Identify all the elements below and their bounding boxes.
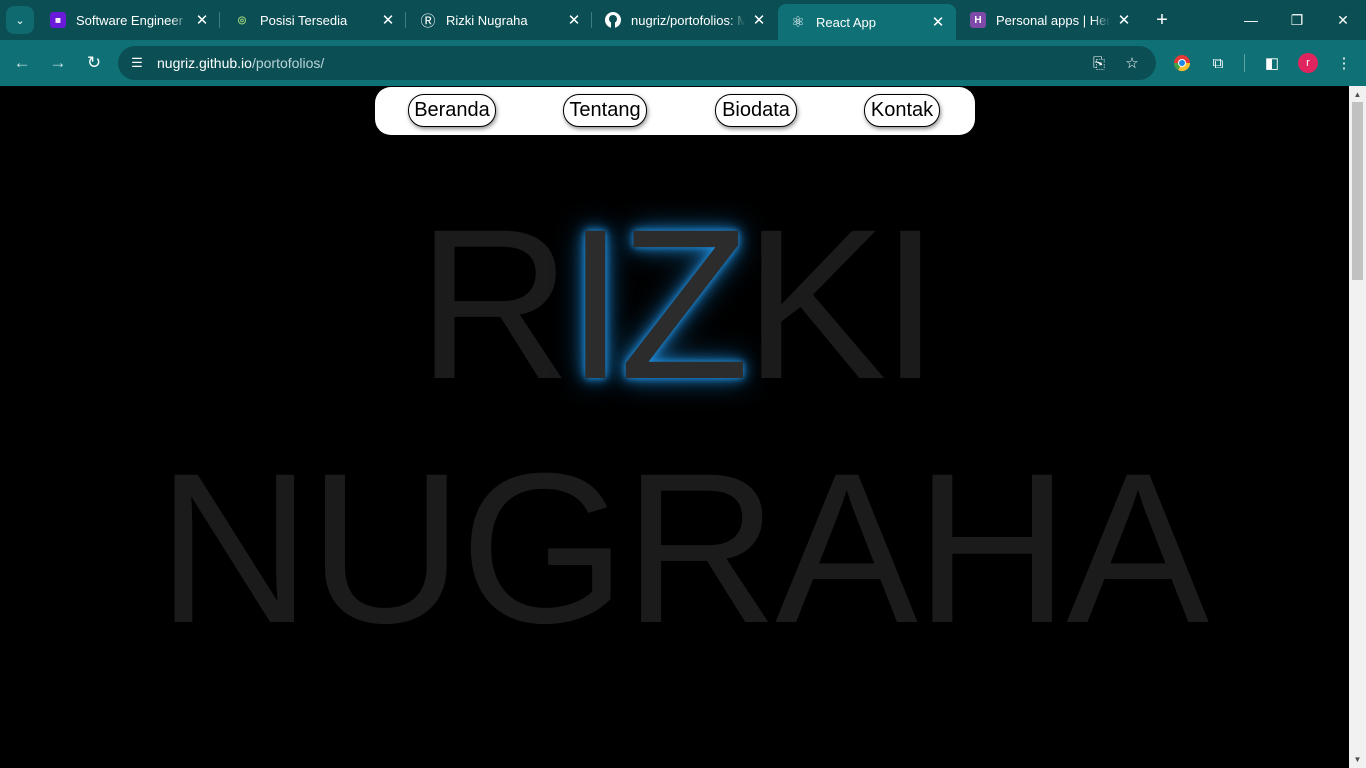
close-icon: ✕ <box>1337 11 1349 28</box>
reload-button[interactable]: ↻ <box>80 49 108 77</box>
minimize-icon: — <box>1244 12 1258 28</box>
close-icon[interactable]: ✕ <box>930 14 946 31</box>
tab-title: Posisi Tersedia <box>260 12 348 28</box>
nav-biodata[interactable]: Biodata <box>715 94 797 127</box>
scroll-down-icon[interactable]: ▼ <box>1353 755 1362 764</box>
side-panel-icon[interactable]: ◧ <box>1262 53 1282 73</box>
scrollbar-thumb[interactable] <box>1352 102 1363 280</box>
heroku-icon: H <box>970 12 986 28</box>
github-icon <box>605 12 621 28</box>
tab-title: Personal apps | Herok <box>996 12 1110 28</box>
close-window-button[interactable]: ✕ <box>1320 0 1366 40</box>
more-menu-icon[interactable]: ⋮ <box>1334 53 1354 73</box>
forward-button[interactable]: → <box>44 49 72 77</box>
restore-button[interactable]: ❐ <box>1274 0 1320 40</box>
toolbar-divider <box>1244 54 1245 72</box>
tab-search-button[interactable]: ⌄ <box>6 6 34 34</box>
close-icon[interactable]: ✕ <box>751 12 767 29</box>
tab-title: React App <box>816 14 876 30</box>
arrow-right-icon: → <box>49 53 67 72</box>
scroll-up-icon[interactable]: ▲ <box>1353 90 1362 99</box>
close-icon[interactable]: ✕ <box>566 12 582 29</box>
tab-react-app[interactable]: ⚛ React App ✕ <box>778 4 956 40</box>
extensions-puzzle-icon[interactable]: ⧉ <box>1208 53 1228 73</box>
site-navbar: Beranda Tentang Biodata Kontak <box>375 87 975 135</box>
install-app-icon[interactable]: ⎘ <box>1089 53 1109 73</box>
reload-icon: ↻ <box>86 53 102 72</box>
react-icon: ⚛ <box>791 14 805 31</box>
tab-strip: ⌄ ▦ Software Engineer (Ba ✕ ◎ Posisi Ter… <box>0 0 1366 40</box>
arrow-left-icon: ← <box>13 53 31 72</box>
browser-toolbar: ← → ↻ ☰ nugriz.github.io/portofolios/ ⎘ … <box>0 40 1366 86</box>
tab-favicon-icon: Ⓡ <box>420 12 436 30</box>
hero-last-name: NUGRAHA <box>157 429 1209 668</box>
url-text[interactable]: nugriz.github.io/portofolios/ <box>157 55 324 71</box>
chrome-extension-icon[interactable] <box>1172 53 1192 73</box>
page-scrollbar[interactable]: ▲ ▼ <box>1349 86 1366 768</box>
nav-tentang[interactable]: Tentang <box>563 94 647 127</box>
tab-github-portofolios[interactable]: nugriz/portofolios: M ✕ <box>593 0 777 40</box>
url-host: nugriz.github.io <box>157 55 252 71</box>
tab-title: Software Engineer (Ba <box>76 12 188 28</box>
url-path: /portofolios/ <box>251 55 325 71</box>
page-viewport: Beranda Tentang Biodata Kontak RIZKI NUG… <box>0 86 1349 768</box>
plus-icon: + <box>1156 8 1168 31</box>
nav-kontak[interactable]: Kontak <box>864 94 940 127</box>
tab-favicon-icon: ▦ <box>50 12 66 28</box>
bookmark-star-icon[interactable]: ☆ <box>1122 53 1142 73</box>
tab-title: nugriz/portofolios: M <box>631 12 745 28</box>
tab-rizki-nugraha[interactable]: Ⓡ Rizki Nugraha ✕ <box>408 0 592 40</box>
hero-first-name: RIZKI <box>417 198 940 412</box>
close-icon[interactable]: ✕ <box>194 12 210 29</box>
tab-favicon-icon: ◎ <box>237 14 247 26</box>
back-button[interactable]: ← <box>8 49 36 77</box>
hero-letters: KI <box>743 185 940 424</box>
hero-glow-letters: IZ <box>565 185 750 424</box>
chevron-down-icon: ⌄ <box>15 14 25 27</box>
hero-letters: R <box>417 185 572 424</box>
tab-title: Rizki Nugraha <box>446 12 528 28</box>
nav-beranda[interactable]: Beranda <box>408 94 496 127</box>
tab-software-engineer[interactable]: ▦ Software Engineer (Ba ✕ <box>38 0 220 40</box>
site-settings-icon[interactable]: ☰ <box>128 54 146 72</box>
tab-heroku-apps[interactable]: H Personal apps | Herok ✕ <box>958 0 1142 40</box>
close-icon[interactable]: ✕ <box>380 12 396 29</box>
minimize-button[interactable]: — <box>1228 0 1274 40</box>
new-tab-button[interactable]: + <box>1150 8 1174 32</box>
tab-posisi-tersedia[interactable]: ◎ Posisi Tersedia ✕ <box>222 0 406 40</box>
close-icon[interactable]: ✕ <box>1116 12 1132 29</box>
profile-avatar[interactable]: r <box>1298 53 1318 73</box>
address-bar[interactable]: ☰ nugriz.github.io/portofolios/ ⎘ ☆ <box>118 46 1156 80</box>
restore-icon: ❐ <box>1290 11 1304 28</box>
